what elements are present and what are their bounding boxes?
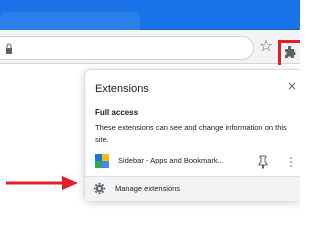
close-icon[interactable]: × <box>285 79 299 93</box>
extension-name: Sidebar - Apps and Bookmark... <box>118 156 224 165</box>
lock-icon <box>6 43 12 54</box>
section-description: These extensions can see and change info… <box>95 123 287 144</box>
browser-tab[interactable] <box>0 12 140 30</box>
browser-screenshot: ☆ Extensions × Full access These extensi… <box>0 0 300 250</box>
address-bar[interactable] <box>0 36 254 60</box>
section-heading: Full access <box>95 108 139 117</box>
pin-icon[interactable] <box>257 155 269 169</box>
manage-extensions-label: Manage extensions <box>115 184 181 193</box>
extensions-popup: Extensions × Full access These extension… <box>84 69 300 201</box>
window-title-bar <box>0 0 300 30</box>
popup-title: Extensions <box>95 83 149 95</box>
extension-app-icon <box>95 154 109 168</box>
red-arrow-annotation <box>6 176 78 190</box>
more-options-icon[interactable]: ⋮ <box>285 154 297 170</box>
browser-toolbar: ☆ <box>0 30 300 64</box>
extension-row[interactable]: Sidebar - Apps and Bookmark... ⋮ <box>85 151 300 173</box>
gear-icon <box>93 182 106 195</box>
manage-extensions-item[interactable]: Manage extensions <box>85 177 300 201</box>
star-icon[interactable]: ☆ <box>258 38 274 54</box>
